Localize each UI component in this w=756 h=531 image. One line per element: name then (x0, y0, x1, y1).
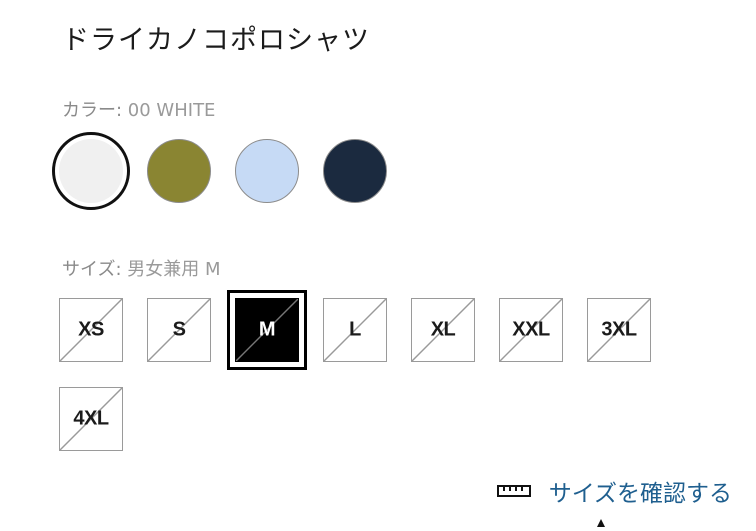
color-swatch-olive[interactable] (147, 139, 211, 203)
size-option-label: S (172, 318, 186, 341)
caret-up-icon (597, 519, 605, 527)
size-option-3xl[interactable]: 3XL (587, 298, 651, 362)
size-selected-value: 男女兼用 M (127, 259, 221, 280)
size-guide-label: サイズを確認する (548, 481, 732, 507)
size-option-xs[interactable]: XS (59, 298, 123, 362)
size-label: サイズ: 男女兼用 M (62, 255, 221, 281)
color-label: カラー: 00 WHITE (62, 96, 215, 122)
size-option-label: XL (430, 318, 456, 341)
size-option-4xl[interactable]: 4XL (59, 387, 123, 451)
product-title: ドライカノコポロシャツ (62, 25, 370, 56)
size-option-label: 3XL (601, 318, 637, 341)
color-swatch-white[interactable] (59, 139, 123, 203)
size-guide-link[interactable]: サイズを確認する (496, 474, 732, 508)
size-option-xxl[interactable]: XXL (499, 298, 563, 362)
size-option-m[interactable]: M (235, 298, 299, 362)
size-option-label: XS (78, 318, 104, 341)
ruler-icon (496, 484, 531, 498)
size-option-label: XXL (512, 318, 550, 341)
color-swatch-navy[interactable] (323, 139, 387, 203)
size-option-label: 4XL (73, 407, 109, 430)
color-selected-value: 00 WHITE (127, 100, 216, 121)
size-option-xl[interactable]: XL (411, 298, 475, 362)
size-option-s[interactable]: S (147, 298, 211, 362)
size-option-l[interactable]: L (323, 298, 387, 362)
color-swatch-light-blue[interactable] (235, 139, 299, 203)
size-option-label: L (349, 318, 361, 341)
size-option-label: M (258, 318, 276, 341)
color-label-prefix: カラー: (62, 100, 128, 121)
size-label-prefix: サイズ: (62, 259, 128, 280)
